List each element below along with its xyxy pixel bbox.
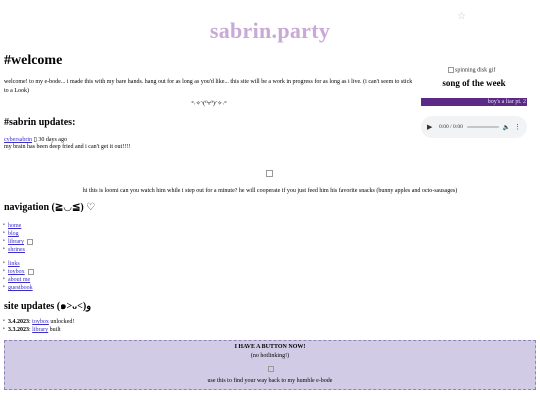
- nav-item-home: home: [3, 222, 33, 230]
- song-of-week-heading: song of the week: [442, 78, 506, 88]
- nav-item-shrines: shrines: [3, 246, 33, 254]
- nav-item-guestbook: guestbook: [3, 284, 34, 292]
- volume-icon[interactable]: 🔈: [503, 124, 510, 131]
- update-text: built: [48, 327, 61, 333]
- loomi-image: [266, 170, 273, 177]
- more-vert-icon[interactable]: ⋮: [514, 123, 521, 131]
- post-separator: ▯: [33, 137, 37, 143]
- navigation-heading: navigation (≧◡≦) ♡: [4, 202, 96, 213]
- nav-list-secondary: links toybox about me guestbook: [3, 260, 34, 292]
- post-body: my brain has been deep fried and i can't…: [4, 144, 131, 150]
- site-updates-heading: site updates (๑˃ᴗ˂)ﻭ: [4, 301, 92, 312]
- updates-heading: #sabrin updates:: [4, 117, 76, 128]
- nav-link-toybox[interactable]: toybox: [8, 269, 25, 275]
- nav-link-links[interactable]: links: [8, 261, 20, 267]
- nav-item-blog: blog: [3, 230, 33, 238]
- nav-link-home[interactable]: home: [8, 223, 21, 229]
- welcome-kaomoji: °˖✧◝(⁰▿⁰)◜✧˖°: [191, 101, 227, 107]
- library-badge-image: [27, 238, 33, 245]
- site-button-image[interactable]: [268, 366, 274, 372]
- site-updates-list: 3.4.2023: toybox unlocked! 3.3.2023: lib…: [3, 318, 75, 334]
- update-link-toybox[interactable]: toybox: [32, 319, 49, 325]
- loomi-caption: hi this is loomi can you watch him while…: [82, 188, 458, 194]
- player-progress-track[interactable]: [466, 126, 499, 128]
- site-update-item: 3.4.2023: toybox unlocked!: [3, 318, 75, 326]
- nav-link-guestbook[interactable]: guestbook: [8, 285, 33, 291]
- update-text: unlocked!: [48, 319, 75, 325]
- nav-link-about-me[interactable]: about me: [8, 277, 30, 283]
- welcome-text: welcome! to my e-bode... i made this wit…: [4, 79, 413, 94]
- nav-link-shrines[interactable]: shrines: [8, 247, 25, 253]
- button-box-title: I HAVE A BUTTON NOW!: [234, 344, 306, 350]
- toybox-badge-image: [27, 268, 34, 275]
- audio-player[interactable]: ▶ 0:00 / 0:00 🔈 ⋮: [421, 116, 527, 138]
- button-box-caption: use this to find your way back to my hum…: [207, 378, 333, 384]
- spinning-disk-image: spinning disk gif: [448, 67, 495, 73]
- site-button-box: I HAVE A BUTTON NOW! (no hotlinking!) us…: [4, 340, 536, 390]
- button-box-subtitle: (no hotlinking!): [250, 353, 290, 359]
- nav-link-blog[interactable]: blog: [8, 231, 19, 237]
- nav-item-links: links: [3, 260, 34, 268]
- nav-link-library[interactable]: library: [8, 239, 24, 245]
- post-time: 30 days ago: [38, 137, 67, 143]
- welcome-heading: #welcome: [4, 53, 63, 68]
- nav-item-library: library: [3, 238, 33, 246]
- site-title: sabrin.party: [209, 18, 331, 43]
- nav-list-primary: home blog library shrines: [3, 222, 33, 254]
- update-link-library[interactable]: library: [32, 327, 48, 333]
- song-title-marquee: boy's a liar pt. 2: [421, 98, 527, 106]
- broken-image-icon: [448, 67, 454, 73]
- nav-item-toybox: toybox: [3, 268, 34, 276]
- update-date: 3.4.2023: [8, 319, 29, 325]
- nav-item-about: about me: [3, 276, 34, 284]
- post-meta: cybersabrin ▯ 30 days ago: [4, 136, 67, 143]
- update-date: 3.3.2023: [8, 327, 29, 333]
- site-update-item: 3.3.2023: library built: [3, 326, 74, 334]
- play-icon[interactable]: ▶: [427, 123, 435, 131]
- player-time: 0:00 / 0:00: [439, 124, 463, 130]
- post-author-link[interactable]: cybersabrin: [4, 137, 32, 143]
